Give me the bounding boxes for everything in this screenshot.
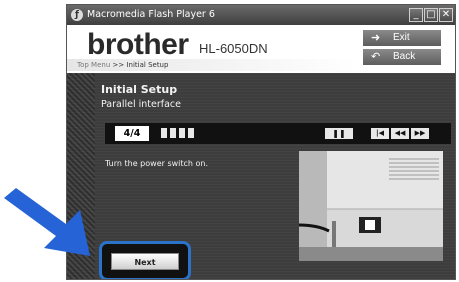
flash-player-window: ƒ Macromedia Flash Player 6 _ □ ✕ brothe… <box>66 4 456 280</box>
step-dot-4[interactable] <box>188 128 194 138</box>
pointer-arrow-icon <box>4 188 90 256</box>
breadcrumb-separator: >> <box>112 61 125 69</box>
brand-logo: brother <box>87 28 189 61</box>
section-subtitle: Parallel interface <box>101 99 182 110</box>
printer-photo <box>299 151 443 261</box>
forward-button[interactable]: ▶▶ <box>411 128 429 139</box>
pause-button[interactable]: ❚❚ <box>325 128 353 139</box>
next-button-highlight: Next <box>99 241 191 279</box>
step-dot-2[interactable] <box>170 128 176 138</box>
exit-button[interactable]: ➜ Exit <box>363 30 441 46</box>
step-dot-1[interactable] <box>161 128 167 138</box>
content-area: Initial Setup Parallel interface 4/4 ❚❚ … <box>67 73 455 279</box>
model-name: HL-6050DN <box>199 41 268 56</box>
rewind-button[interactable]: ◀◀ <box>391 128 409 139</box>
back-arrow-icon: ↶ <box>371 51 381 63</box>
header: brother HL-6050DN Top Menu >> Initial Se… <box>67 25 455 73</box>
close-button[interactable]: ✕ <box>439 8 453 22</box>
title-bar: ƒ Macromedia Flash Player 6 _ □ ✕ <box>67 5 455 25</box>
first-step-button[interactable]: |◀ <box>371 128 389 139</box>
printer-illustration <box>299 151 443 261</box>
window-title: Macromedia Flash Player 6 <box>87 9 215 20</box>
step-dot-3[interactable] <box>179 128 185 138</box>
breadcrumb-top-menu[interactable]: Top Menu <box>77 61 110 69</box>
breadcrumb: Top Menu >> Initial Setup <box>67 59 357 71</box>
next-button[interactable]: Next <box>111 253 179 270</box>
breadcrumb-current: Initial Setup <box>126 61 169 69</box>
flash-app-icon: ƒ <box>71 9 83 21</box>
back-button[interactable]: ↶ Back <box>363 49 441 65</box>
maximize-button[interactable]: □ <box>424 8 438 22</box>
section-title: Initial Setup <box>101 83 178 96</box>
instruction-text: Turn the power switch on. <box>105 159 209 168</box>
exit-icon: ➜ <box>371 32 381 44</box>
step-control-bar: 4/4 ❚❚ |◀ ◀◀ ▶▶ <box>105 123 451 144</box>
step-indicator: 4/4 <box>115 126 149 141</box>
minimize-button[interactable]: _ <box>409 8 423 22</box>
